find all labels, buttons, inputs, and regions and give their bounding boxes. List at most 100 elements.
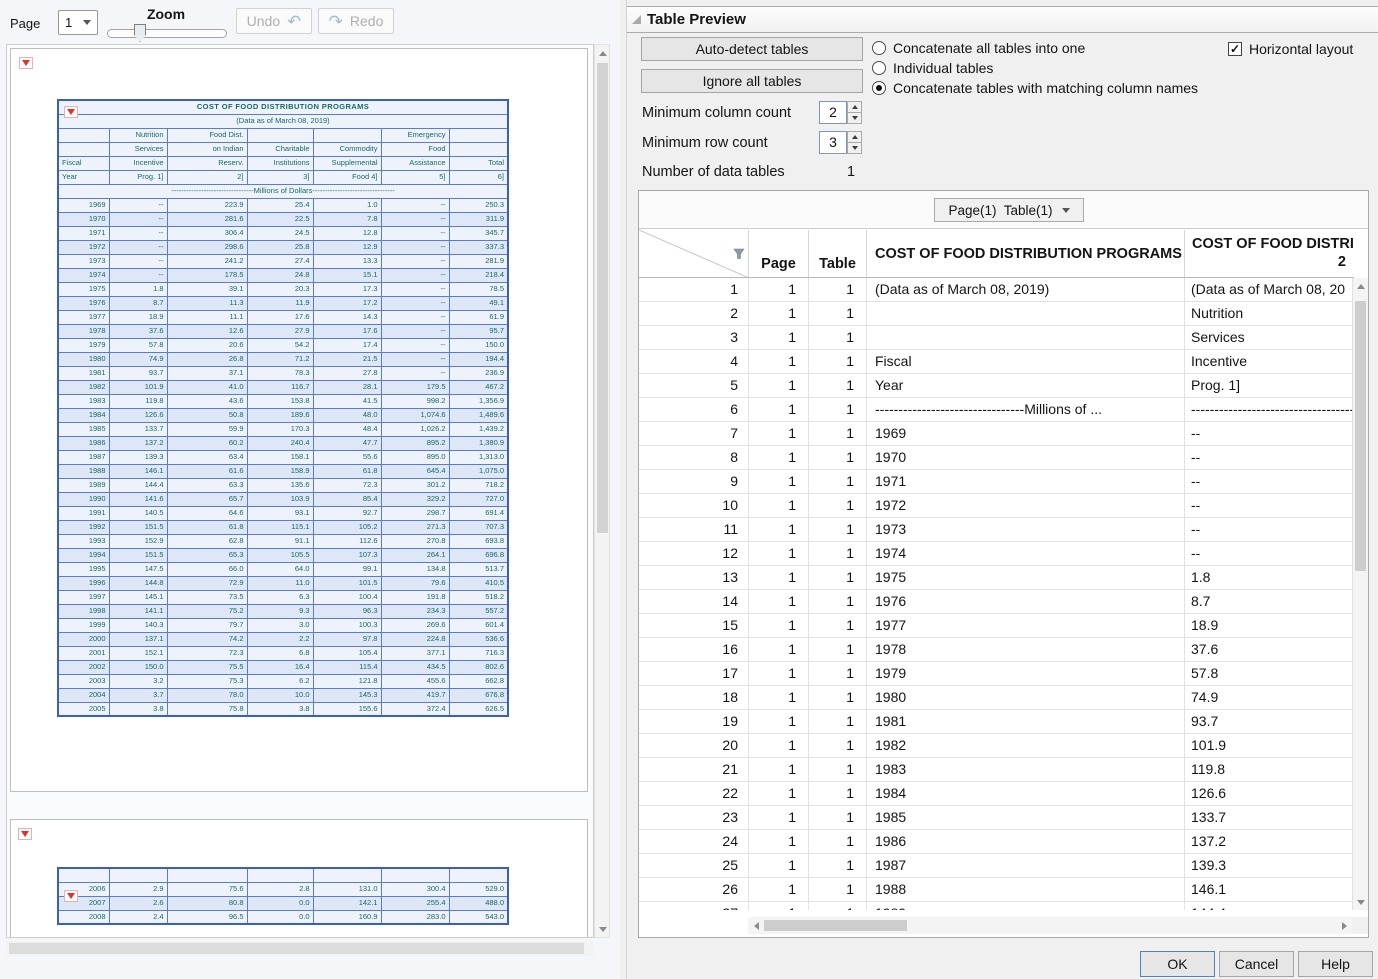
cell-col2: 101.9 [1185,734,1354,758]
scrollbar-thumb[interactable] [597,63,608,533]
table-row[interactable]: 411FiscalIncentive [639,350,1354,374]
preview-horizontal-scrollbar[interactable] [6,941,594,956]
checkbox-icon[interactable]: ✓ [1228,42,1242,56]
table-row[interactable]: 111(Data as of March 08, 2019)(Data as o… [639,278,1354,302]
cell-col2: Incentive [1185,350,1354,374]
table-row[interactable]: 9111971-- [639,470,1354,494]
column-header-col2[interactable]: COST OF FOOD DISTRI 2 [1185,230,1354,277]
scroll-right-icon[interactable] [1336,917,1352,934]
table-row[interactable]: 1811198074.9 [639,686,1354,710]
table-row[interactable]: 1611197837.6 [639,638,1354,662]
checkbox-horizontal-layout[interactable]: ✓ Horizontal layout [1228,41,1353,57]
table-row[interactable]: 131119751.8 [639,566,1354,590]
zoom-slider[interactable] [107,29,227,38]
column-header-table[interactable]: Table [809,230,867,277]
radio-button-selected-icon[interactable] [872,81,886,95]
table-row[interactable]: 511YearProg. 1] [639,374,1354,398]
spinner-down-button[interactable] [847,142,862,154]
column-header-col1[interactable]: COST OF FOOD DISTRIBUTION PROGRAMS [867,230,1185,277]
ignore-all-tables-button[interactable]: Ignore all tables [641,69,863,93]
table-row[interactable]: 211Nutrition [639,302,1354,326]
pdf-cell: 11.3 [167,296,247,310]
pdf-cell: 1982 [58,380,109,394]
radio-button-icon[interactable] [872,41,886,55]
min-row-value[interactable]: 3 [819,131,847,154]
detected-table-page2[interactable]: 20062.975.62.8131.0300.4529.020072.680.8… [57,867,509,925]
page-select[interactable]: 1 [58,10,98,35]
ok-button[interactable]: OK [1140,951,1215,977]
scroll-down-icon[interactable] [1353,894,1369,910]
help-button[interactable]: Help [1298,951,1373,977]
table-row[interactable]: 27111989144.4 [639,902,1354,910]
table-row[interactable]: 141119768.7 [639,590,1354,614]
pdf-cell: 1981 [58,366,109,380]
scrollbar-thumb[interactable] [764,920,907,931]
table-row[interactable]: 8111970-- [639,446,1354,470]
pdf-cell [247,128,313,142]
table-row[interactable]: 1911198193.7 [639,710,1354,734]
min-col-spinner[interactable]: 2 [819,101,863,124]
cancel-button[interactable]: Cancel [1219,951,1294,977]
table-row[interactable]: 11111973-- [639,518,1354,542]
scroll-up-icon[interactable] [1353,278,1369,294]
scroll-down-icon[interactable] [595,921,611,937]
scroll-left-icon[interactable] [748,917,764,934]
collapse-triangle-icon[interactable] [632,15,641,24]
min-col-value[interactable]: 2 [819,101,847,124]
cell-table: 1 [809,518,867,542]
preview-vertical-scrollbar[interactable] [594,44,610,938]
detected-table-page1[interactable]: COST OF FOOD DISTRIBUTION PROGRAMS(Data … [57,99,509,717]
grid-vertical-scrollbar[interactable] [1352,278,1368,910]
zoom-slider-thumb[interactable] [134,24,146,42]
row-number: 24 [639,830,749,854]
radio-concatenate-all[interactable]: Concatenate all tables into one [872,40,1085,56]
table-row[interactable]: 611--------------------------------Milli… [639,398,1354,422]
cell-col1: 1983 [867,758,1185,782]
scrollbar-thumb[interactable] [1355,301,1366,571]
table-row[interactable]: 311Services [639,326,1354,350]
cell-col2: 126.6 [1185,782,1354,806]
table-row[interactable]: 1711197957.8 [639,662,1354,686]
table-row[interactable]: 25111987139.3 [639,854,1354,878]
pdf-preview-viewport[interactable]: COST OF FOOD DISTRIBUTION PROGRAMS(Data … [6,44,594,938]
undo-button[interactable]: Undo ↶ [236,8,312,34]
grid-horizontal-scrollbar[interactable] [748,917,1352,934]
radio-concatenate-matching[interactable]: Concatenate tables with matching column … [872,80,1198,96]
table-marker-icon[interactable] [19,57,33,69]
min-row-spinner[interactable]: 3 [819,131,863,154]
redo-arrow-icon: ↷ [329,13,343,30]
table-marker-icon[interactable] [18,828,32,840]
scroll-up-icon[interactable] [595,45,611,61]
cell-table: 1 [809,686,867,710]
pdf-cell: 57.8 [109,338,167,352]
spinner-down-button[interactable] [847,112,862,124]
redo-button[interactable]: ↷ Redo [318,8,394,34]
row-number: 20 [639,734,749,758]
zoom-label: Zoom [128,6,204,22]
auto-detect-tables-button[interactable]: Auto-detect tables [641,37,863,61]
table-row[interactable]: 1511197718.9 [639,614,1354,638]
table-row[interactable]: 7111969-- [639,422,1354,446]
panel-header[interactable]: Table Preview [627,6,1378,33]
table-row[interactable]: 23111985133.7 [639,806,1354,830]
table-row[interactable]: 22111984126.6 [639,782,1354,806]
table-row[interactable]: 21111983119.8 [639,758,1354,782]
table-row[interactable]: 20111982101.9 [639,734,1354,758]
filter-icon[interactable] [733,248,745,260]
cell-col1: 1984 [867,782,1185,806]
scrollbar-thumb[interactable] [9,943,584,954]
column-header-page[interactable]: Page [749,230,809,277]
table-marker-icon[interactable] [64,106,78,118]
corner-cell[interactable] [639,230,749,277]
table-marker-icon[interactable] [64,890,78,902]
radio-individual-tables[interactable]: Individual tables [872,60,993,76]
checkbox-label: Horizontal layout [1249,41,1353,57]
table-row[interactable]: 24111986137.2 [639,830,1354,854]
radio-button-icon[interactable] [872,61,886,75]
table-row[interactable]: 12111974-- [639,542,1354,566]
pdf-cell: 65.3 [167,548,247,562]
table-row[interactable]: 10111972-- [639,494,1354,518]
table-row[interactable]: 26111988146.1 [639,878,1354,902]
row-number: 17 [639,662,749,686]
table-selector-dropdown[interactable]: Page(1) Table(1) [934,198,1084,222]
